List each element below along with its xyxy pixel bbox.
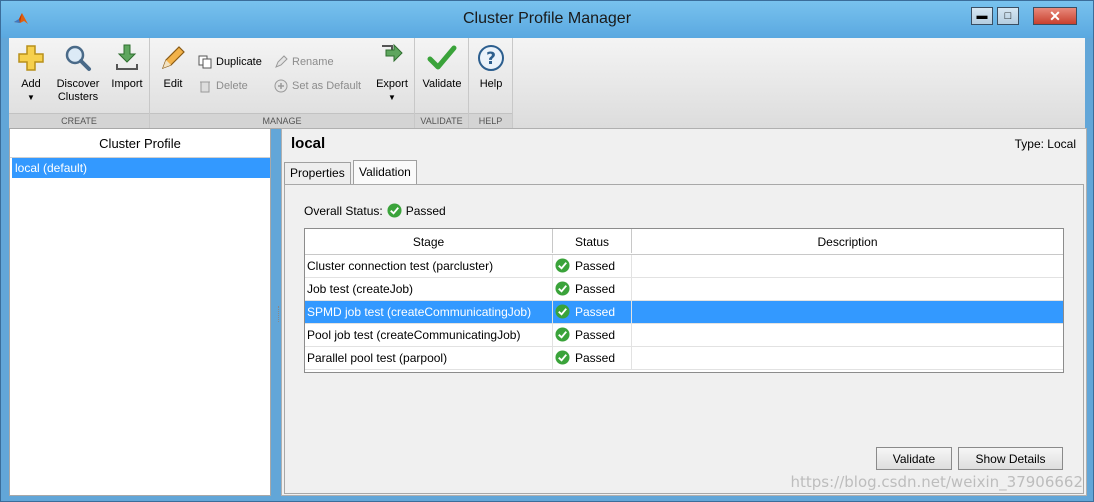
column-header-description[interactable]: Description bbox=[632, 229, 1063, 253]
add-plus-icon bbox=[18, 45, 44, 71]
status-cell: Passed bbox=[553, 301, 632, 323]
import-button[interactable]: Import bbox=[108, 42, 146, 91]
stage-cell: Cluster connection test (parcluster) bbox=[305, 255, 553, 277]
validate-button[interactable]: Validate bbox=[876, 447, 952, 470]
validation-results-panel: Overall Status: Passed Stage Status Desc… bbox=[284, 184, 1084, 494]
show-details-button[interactable]: Show Details bbox=[958, 447, 1063, 470]
stage-cell: SPMD job test (createCommunicatingJob) bbox=[305, 301, 553, 323]
description-cell bbox=[632, 255, 1063, 277]
profile-name: local bbox=[291, 135, 326, 152]
passed-check-icon bbox=[555, 327, 570, 342]
status-cell: Passed bbox=[553, 278, 632, 300]
rename-button[interactable]: Rename bbox=[274, 55, 334, 69]
add-button[interactable]: Add ▼ bbox=[15, 42, 47, 104]
passed-check-icon bbox=[555, 281, 570, 296]
toolstrip: Add ▼ Discover Clusters Import CREATE Ed… bbox=[9, 38, 1085, 129]
discover-clusters-button[interactable]: Discover Clusters bbox=[53, 42, 103, 104]
passed-check-icon bbox=[555, 258, 570, 273]
status-cell: Passed bbox=[553, 255, 632, 277]
table-header: Stage Status Description bbox=[305, 229, 1063, 255]
help-group: ? Help HELP bbox=[469, 38, 513, 128]
profile-list-header: Cluster Profile bbox=[10, 129, 270, 158]
pencil-icon bbox=[161, 46, 185, 70]
profile-details-pane: local Type: Local Properties Validation … bbox=[281, 128, 1087, 496]
description-cell bbox=[632, 324, 1063, 346]
overall-status-value: Passed bbox=[405, 203, 446, 218]
stage-cell: Pool job test (createCommunicatingJob) bbox=[305, 324, 553, 346]
table-row[interactable]: Job test (createJob) Passed bbox=[305, 278, 1063, 301]
tab-validation-results[interactable]: Validation Results bbox=[353, 160, 417, 201]
chevron-down-icon: ▼ bbox=[27, 93, 35, 102]
profile-list-pane: Cluster Profile local (default) bbox=[9, 128, 271, 496]
app-window: Cluster Profile Manager ▬ □ ✕ Add ▼ Disc… bbox=[0, 0, 1094, 502]
stage-cell: Job test (createJob) bbox=[305, 278, 553, 300]
status-cell: Passed bbox=[553, 324, 632, 346]
profile-type: Type: Local bbox=[1014, 137, 1076, 151]
set-default-button[interactable]: Set as Default bbox=[274, 79, 361, 93]
manage-group: Edit Duplicate Delete Rename Set as Defa… bbox=[150, 38, 415, 128]
passed-check-icon bbox=[555, 304, 570, 319]
validation-results-table: Stage Status Description Cluster connect… bbox=[304, 228, 1064, 373]
status-cell: Passed bbox=[553, 347, 632, 369]
table-row[interactable]: Parallel pool test (parpool) Passed bbox=[305, 347, 1063, 370]
validate-group: Validate VALIDATE bbox=[415, 38, 469, 128]
edit-button[interactable]: Edit bbox=[156, 42, 190, 91]
title-bar[interactable]: Cluster Profile Manager ▬ □ ✕ bbox=[1, 1, 1093, 38]
help-button[interactable]: ? Help bbox=[473, 42, 509, 91]
duplicate-icon bbox=[198, 55, 212, 69]
passed-check-icon bbox=[387, 203, 402, 218]
table-row-selected[interactable]: SPMD job test (createCommunicatingJob) P… bbox=[305, 301, 1063, 324]
description-cell bbox=[632, 301, 1063, 323]
maximize-button[interactable]: □ bbox=[997, 7, 1019, 25]
import-arrow-icon bbox=[116, 44, 138, 70]
chevron-down-icon: ▼ bbox=[388, 93, 396, 102]
overall-status-label: Overall Status: bbox=[304, 203, 383, 218]
watermark-text: https://blog.csdn.net/weixin_37906662 bbox=[790, 473, 1083, 491]
trash-icon bbox=[200, 81, 210, 93]
column-header-status[interactable]: Status bbox=[553, 229, 632, 253]
duplicate-button[interactable]: Duplicate bbox=[198, 55, 262, 69]
delete-button[interactable]: Delete bbox=[198, 79, 248, 93]
overall-status: Overall Status: Passed bbox=[304, 203, 446, 218]
description-cell bbox=[632, 347, 1063, 369]
checkmark-icon bbox=[427, 45, 457, 70]
close-button[interactable]: ✕ bbox=[1033, 7, 1077, 25]
minimize-button[interactable]: ▬ bbox=[971, 7, 993, 25]
tab-properties[interactable]: Properties bbox=[284, 162, 351, 184]
table-row[interactable]: Cluster connection test (parcluster) Pas… bbox=[305, 255, 1063, 278]
column-header-stage[interactable]: Stage bbox=[305, 229, 553, 253]
stage-cell: Parallel pool test (parpool) bbox=[305, 347, 553, 369]
profile-list-item-local[interactable]: local (default) bbox=[12, 158, 270, 178]
description-cell bbox=[632, 278, 1063, 300]
window-title: Cluster Profile Manager bbox=[462, 10, 632, 27]
rename-icon bbox=[275, 55, 288, 68]
set-default-icon bbox=[274, 79, 288, 93]
svg-text:?: ? bbox=[486, 49, 496, 69]
export-button[interactable]: Export ▼ bbox=[372, 42, 412, 104]
export-arrow-icon bbox=[382, 43, 403, 63]
table-row[interactable]: Pool job test (createCommunicatingJob) P… bbox=[305, 324, 1063, 347]
help-question-icon: ? bbox=[478, 45, 504, 71]
magnifier-icon bbox=[65, 45, 91, 71]
passed-check-icon bbox=[555, 350, 570, 365]
validate-ribbon-button[interactable]: Validate bbox=[419, 42, 465, 91]
create-group: Add ▼ Discover Clusters Import CREATE bbox=[9, 38, 150, 128]
